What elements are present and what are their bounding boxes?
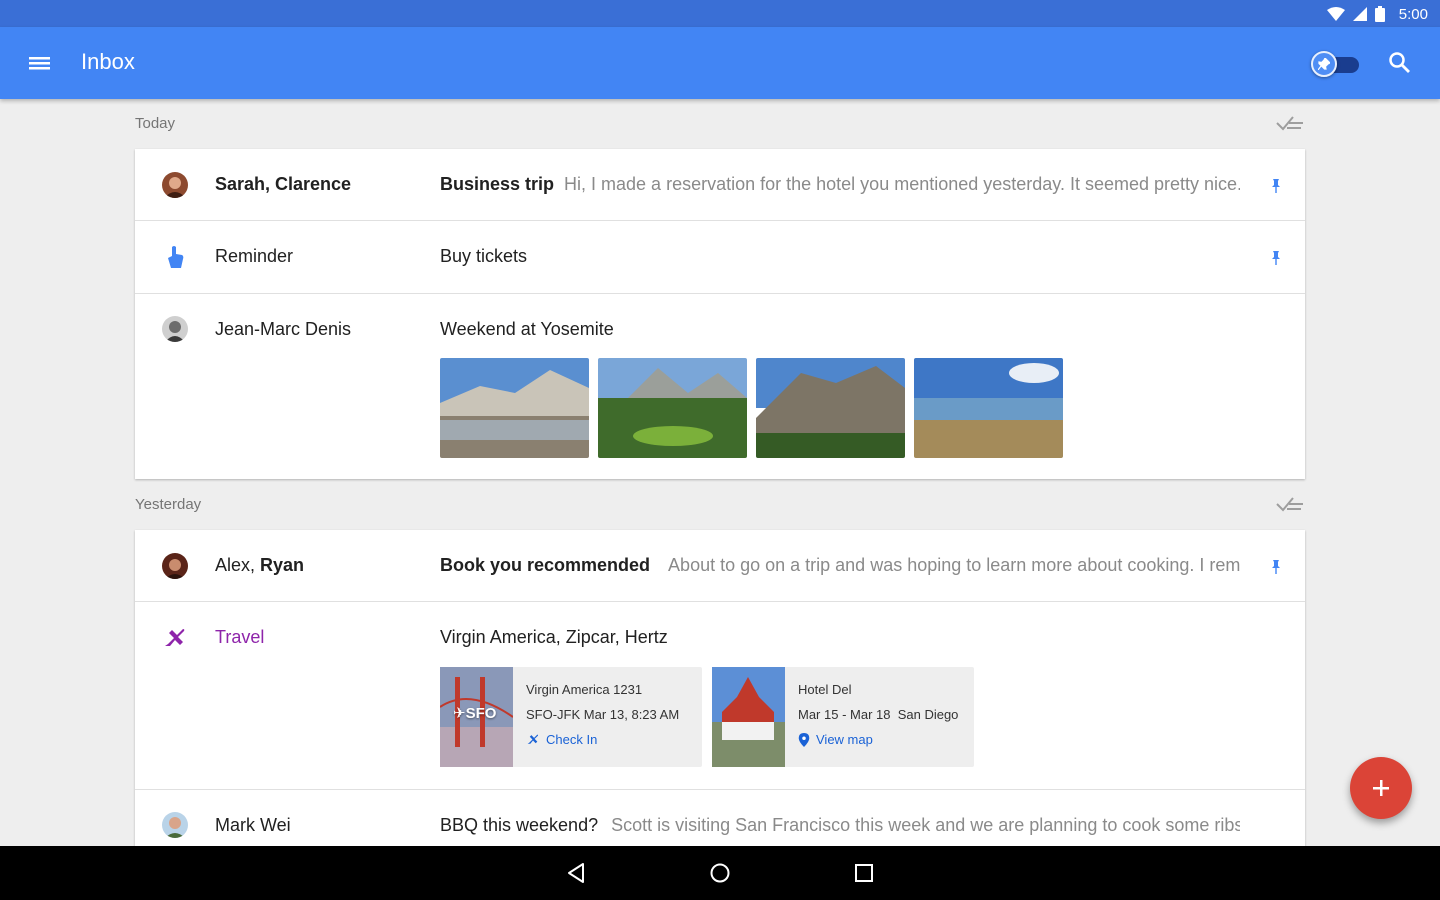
subject: Book you recommended (440, 555, 651, 575)
subject: Business trip (440, 174, 555, 194)
sender: Travel (215, 627, 265, 647)
section-label: Today (135, 115, 176, 132)
hotel-detail: Mar 15 - Mar 18 San Diego (798, 707, 959, 722)
list-item[interactable]: Travel Virgin America, Zipcar, Hertz ✈SF… (135, 602, 1305, 790)
home-icon (710, 863, 730, 883)
search-icon (1389, 52, 1410, 73)
subject: Buy tickets (440, 246, 528, 266)
wifi-icon (1326, 7, 1345, 21)
sweep-button[interactable] (1275, 494, 1305, 514)
today-card: Sarah, Clarence Business trip Hi, I made … (135, 149, 1305, 479)
subject-line: Weekend at Yosemite (440, 319, 1240, 340)
map-pin-icon (798, 732, 810, 747)
airport-label: ✈SFO (453, 705, 497, 722)
app-bar: Inbox (0, 27, 1440, 99)
status-bar: 5:00 (0, 0, 1440, 27)
list-item[interactable]: Sarah, Clarence Business trip Hi, I made … (135, 149, 1305, 221)
recents-icon (855, 864, 873, 882)
check-in-button[interactable]: Check In (526, 732, 679, 747)
airplane-icon (162, 626, 188, 652)
avatar (162, 172, 188, 198)
airplane-icon (527, 734, 539, 744)
pin-icon (1318, 58, 1330, 70)
snippet: Scott is visiting San Francisco this wee… (611, 815, 1240, 835)
list-item[interactable]: Mark Wei BBQ this weekend? Scott is visit… (135, 790, 1305, 846)
menu-icon (29, 57, 50, 70)
flight-detail: SFO-JFK Mar 13, 8:23 AM (526, 707, 680, 722)
reminder-icon (162, 244, 188, 270)
toggle-thumb (1311, 51, 1337, 77)
subject-line: Book you recommended About to go on a tri… (440, 555, 1240, 576)
subject: Weekend at Yosemite (440, 319, 614, 339)
home-button[interactable] (708, 861, 732, 885)
navigation-bar (0, 846, 1440, 900)
subject-line: Virgin America, Zipcar, Hertz (440, 627, 1240, 648)
subject-line: Buy tickets (440, 246, 1240, 267)
page-title: Inbox (81, 49, 135, 74)
photo-thumbnail[interactable] (756, 358, 905, 458)
sender: Mark Wei (215, 815, 291, 835)
sender: Reminder (215, 246, 294, 266)
photo-thumbnail[interactable] (914, 358, 1063, 458)
section-header-yesterday: Yesterday (135, 492, 1305, 516)
view-map-button[interactable]: View map (798, 732, 958, 747)
pin-icon[interactable] (1269, 178, 1283, 194)
photo-thumbnail[interactable] (440, 358, 589, 458)
sender: Alex, Ryan (215, 555, 305, 575)
recents-button[interactable] (852, 861, 876, 885)
signal-icon (1352, 7, 1367, 21)
status-icons: 5:00 (1326, 4, 1428, 24)
avatar (162, 316, 188, 342)
battery-icon (1374, 6, 1385, 22)
sender: Jean-Marc Denis (215, 319, 352, 339)
pin-icon[interactable] (1269, 559, 1283, 575)
subject: BBQ this weekend? (440, 815, 599, 835)
flight-card[interactable]: ✈SFO Virgin America 1231 SFO-JFK Mar 13,… (440, 667, 702, 767)
sweep-button[interactable] (1275, 113, 1305, 133)
search-button[interactable] (1386, 49, 1414, 77)
hotel-details: Hotel Del Mar 15 - Mar 18 San Diego View… (785, 667, 958, 767)
snippet: Hi, I made a reservation for the hotel y… (564, 174, 1240, 194)
yesterday-card: Alex, Ryan Book you recommended About to … (135, 530, 1305, 846)
status-time: 5:00 (1398, 5, 1428, 23)
sender: Sarah, Clarence (215, 174, 352, 194)
done-all-icon (1276, 116, 1303, 131)
plus-icon (1373, 780, 1389, 796)
list-item[interactable]: Jean-Marc Denis Weekend at Yosemite (135, 294, 1305, 479)
compose-button[interactable] (1350, 757, 1412, 819)
menu-button[interactable] (24, 51, 56, 75)
flight-title: Virgin America 1231 (526, 682, 643, 697)
pin-icon[interactable] (1269, 250, 1283, 266)
avatar (162, 812, 188, 838)
back-button[interactable] (564, 861, 588, 885)
pinned-only-toggle[interactable] (1311, 51, 1361, 77)
snippet: About to go on a trip and was hoping to … (668, 555, 1240, 575)
section-header-today: Today (135, 111, 1305, 135)
subject-line: Business trip Hi, I made a reservation fo… (440, 174, 1240, 195)
flight-image: ✈SFO (440, 667, 513, 767)
list-item[interactable]: Alex, Ryan Book you recommended About to … (135, 530, 1305, 602)
flight-details: Virgin America 1231 SFO-JFK Mar 13, 8:23… (513, 667, 679, 767)
photo-thumbnail[interactable] (598, 358, 747, 458)
back-icon (568, 863, 584, 883)
hotel-image (712, 667, 785, 767)
list-item[interactable]: Reminder Buy tickets (135, 221, 1305, 294)
photo-thumbnails (440, 358, 1063, 458)
subject-line: BBQ this weekend? Scott is visiting San F… (440, 815, 1240, 836)
subject: Virgin America, Zipcar, Hertz (440, 627, 668, 647)
hotel-card[interactable]: Hotel Del Mar 15 - Mar 18 San Diego View… (712, 667, 974, 767)
travel-cards: ✈SFO Virgin America 1231 SFO-JFK Mar 13,… (440, 667, 974, 767)
avatar (162, 553, 188, 579)
section-label: Yesterday (135, 496, 202, 513)
done-all-icon (1276, 497, 1303, 512)
hotel-title: Hotel Del (798, 682, 852, 697)
